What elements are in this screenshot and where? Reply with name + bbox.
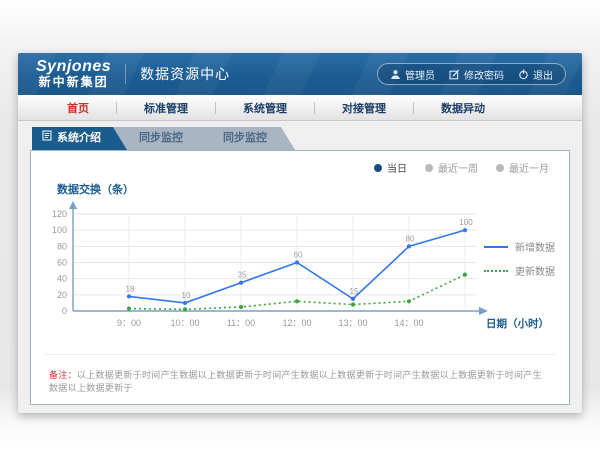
radio-label: 最近一周 xyxy=(438,160,478,175)
tab-sync-monitor-1[interactable]: 同步监控 xyxy=(111,127,211,150)
footer-note: 备注：以上数据更新于时间产生数据以上数据更新于时间产生数据以上数据更新于时间产生… xyxy=(45,354,555,404)
tab-bar: 系统介绍 同步监控 同步监控 xyxy=(32,127,570,150)
svg-text:13：00: 13：00 xyxy=(338,318,367,328)
logout-icon xyxy=(518,69,529,80)
radio-dot-icon xyxy=(496,164,504,172)
svg-text:20: 20 xyxy=(57,290,67,300)
svg-text:60: 60 xyxy=(57,258,67,268)
svg-text:10：00: 10：00 xyxy=(170,318,199,328)
solid-line-icon xyxy=(484,246,508,248)
radio-label: 当日 xyxy=(387,160,407,175)
legend-label: 更新数据 xyxy=(515,263,555,278)
time-range-filter: 当日 最近一周 最近一月 xyxy=(31,151,569,175)
document-icon xyxy=(42,127,52,150)
svg-text:40: 40 xyxy=(57,274,67,284)
svg-text:日期（小时）: 日期（小时） xyxy=(486,317,549,330)
svg-text:18: 18 xyxy=(126,284,135,293)
dotted-line-icon xyxy=(484,270,508,272)
radio-dot-icon xyxy=(374,164,382,172)
edit-icon xyxy=(449,69,460,80)
svg-text:0: 0 xyxy=(62,306,67,316)
nav-item-standard-mgmt[interactable]: 标准管理 xyxy=(117,100,215,116)
admin-user-label: 管理员 xyxy=(405,67,435,82)
svg-text:9：00: 9：00 xyxy=(117,318,141,328)
svg-text:60: 60 xyxy=(294,251,303,260)
user-actions: 管理员 修改密码 退出 xyxy=(377,63,566,85)
tab-system-intro[interactable]: 系统介绍 xyxy=(32,127,127,150)
svg-text:15: 15 xyxy=(350,287,359,296)
radio-dot-icon xyxy=(425,164,433,172)
note-label: 备注： xyxy=(49,370,77,380)
logout-button[interactable]: 退出 xyxy=(518,67,553,82)
svg-text:12：00: 12：00 xyxy=(282,318,311,328)
radio-last-month[interactable]: 最近一月 xyxy=(496,160,549,175)
svg-text:120: 120 xyxy=(52,209,67,219)
brand-logo: Synjones 新中新集团 xyxy=(36,59,111,88)
y-axis-title: 数据交换（条） xyxy=(31,175,569,197)
logout-label: 退出 xyxy=(533,67,553,82)
admin-user-button[interactable]: 管理员 xyxy=(390,67,435,82)
app-header: Synjones 新中新集团 数据资源中心 管理员 修改密码 退出 xyxy=(18,53,582,95)
legend-item-new-data[interactable]: 新增数据 xyxy=(484,239,555,254)
nav-item-system-mgmt[interactable]: 系统管理 xyxy=(216,100,314,116)
main-nav: 首页 标准管理 系统管理 对接管理 数据异动 xyxy=(18,95,582,121)
radio-label: 最近一月 xyxy=(509,160,549,175)
legend-label: 新增数据 xyxy=(515,239,555,254)
legend-item-updated-data[interactable]: 更新数据 xyxy=(484,263,555,278)
radio-today[interactable]: 当日 xyxy=(374,160,407,175)
brand-logo-en: Synjones xyxy=(36,59,111,76)
svg-text:14：00: 14：00 xyxy=(394,318,423,328)
nav-item-interface-mgmt[interactable]: 对接管理 xyxy=(315,100,413,116)
content-area: 系统介绍 同步监控 同步监控 当日 最近一周 最近一月 数据交换 xyxy=(18,121,582,413)
change-password-button[interactable]: 修改密码 xyxy=(449,67,504,82)
svg-text:10: 10 xyxy=(182,291,191,300)
chart-panel: 当日 最近一周 最近一月 数据交换（条） 0 20 40 60 80 100 120 9：00… xyxy=(30,150,570,405)
svg-text:80: 80 xyxy=(406,234,415,243)
chart-legend: 新增数据 更新数据 xyxy=(484,239,555,278)
note-text: 以上数据更新于时间产生数据以上数据更新于时间产生数据以上数据更新于时间产生数据以… xyxy=(49,370,542,393)
nav-item-data-change[interactable]: 数据异动 xyxy=(414,100,512,116)
svg-text:35: 35 xyxy=(238,271,247,280)
change-password-label: 修改密码 xyxy=(464,67,504,82)
page-title: 数据资源中心 xyxy=(125,64,230,84)
svg-text:11：00: 11：00 xyxy=(227,318,255,328)
svg-text:80: 80 xyxy=(57,241,67,251)
user-icon xyxy=(390,69,401,80)
tab-sync-monitor-2[interactable]: 同步监控 xyxy=(195,127,295,150)
app-window: Synjones 新中新集团 数据资源中心 管理员 修改密码 退出 首页 标准管… xyxy=(18,53,582,413)
svg-text:100: 100 xyxy=(459,218,473,227)
svg-text:100: 100 xyxy=(52,225,67,235)
brand-logo-cn: 新中新集团 xyxy=(36,76,111,89)
radio-last-week[interactable]: 最近一周 xyxy=(425,160,478,175)
tab-label: 系统介绍 xyxy=(57,127,101,150)
nav-item-home[interactable]: 首页 xyxy=(40,100,116,116)
